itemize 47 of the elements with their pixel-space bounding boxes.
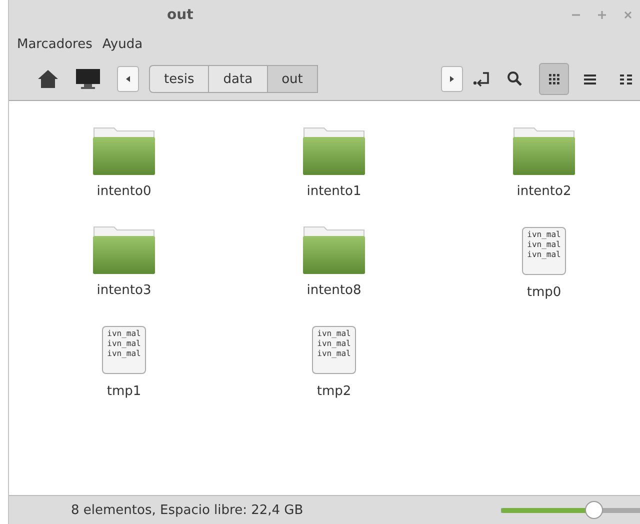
location-toggle-icon[interactable] [473, 71, 491, 87]
file-name[interactable]: intento2 [516, 184, 572, 199]
list-icon [584, 74, 596, 84]
file-name[interactable]: intento0 [96, 184, 152, 199]
file-name[interactable]: tmp1 [106, 384, 142, 399]
preview-text: ivn_mal [317, 349, 351, 359]
maximize-icon[interactable] [597, 10, 607, 20]
preview-text: ivn_mal [107, 329, 141, 339]
preview-text: ivn_mal [527, 240, 561, 250]
file-name[interactable]: intento3 [96, 283, 152, 298]
text-file-icon[interactable]: ivn_mal ivn_mal ivn_mal [522, 227, 566, 275]
compact-list-icon [620, 74, 632, 84]
file-name[interactable]: intento1 [306, 184, 362, 199]
triangle-left-icon [126, 76, 130, 82]
view-mode-button[interactable] [539, 63, 569, 95]
file-name[interactable]: tmp0 [526, 285, 562, 300]
folder-icon[interactable] [92, 225, 156, 275]
preview-text: ivn_mal [107, 349, 141, 359]
folder-icon[interactable] [302, 126, 366, 176]
folder-icon[interactable] [92, 126, 156, 176]
file-name[interactable]: tmp2 [316, 384, 352, 399]
folder-icon[interactable] [302, 225, 366, 275]
search-icon[interactable] [507, 71, 523, 87]
monitor-icon[interactable] [75, 68, 101, 90]
folder-icon[interactable] [512, 126, 576, 176]
home-icon[interactable] [37, 69, 59, 89]
scroll-left-button[interactable] [117, 66, 139, 92]
status-text: 8 elementos, Espacio libre: 22,4 GB [71, 502, 304, 518]
breadcrumb-button[interactable]: data [208, 65, 268, 93]
preview-text: ivn_mal [317, 339, 351, 349]
text-file-icon[interactable]: ivn_mal ivn_mal ivn_mal [102, 326, 146, 374]
breadcrumb-button[interactable]: tesis [149, 65, 210, 93]
preview-text: ivn_mal [317, 329, 351, 339]
breadcrumb-button[interactable]: out [266, 65, 318, 93]
window-title: out [167, 7, 194, 23]
preview-text: ivn_mal [107, 339, 141, 349]
menu-item[interactable]: Marcadores [17, 36, 92, 52]
triangle-right-icon [450, 76, 454, 82]
menu-item[interactable]: Ayuda [102, 36, 143, 52]
preview-text: ivn_mal [527, 230, 561, 240]
text-file-icon[interactable]: ivn_mal ivn_mal ivn_mal [312, 326, 356, 374]
preview-text: ivn_mal [527, 250, 561, 260]
close-icon[interactable] [623, 10, 633, 20]
file-name[interactable]: intento8 [306, 283, 362, 298]
zoom-thumb[interactable] [584, 501, 603, 519]
grid-icon [548, 74, 560, 84]
scroll-right-button[interactable] [441, 66, 463, 92]
